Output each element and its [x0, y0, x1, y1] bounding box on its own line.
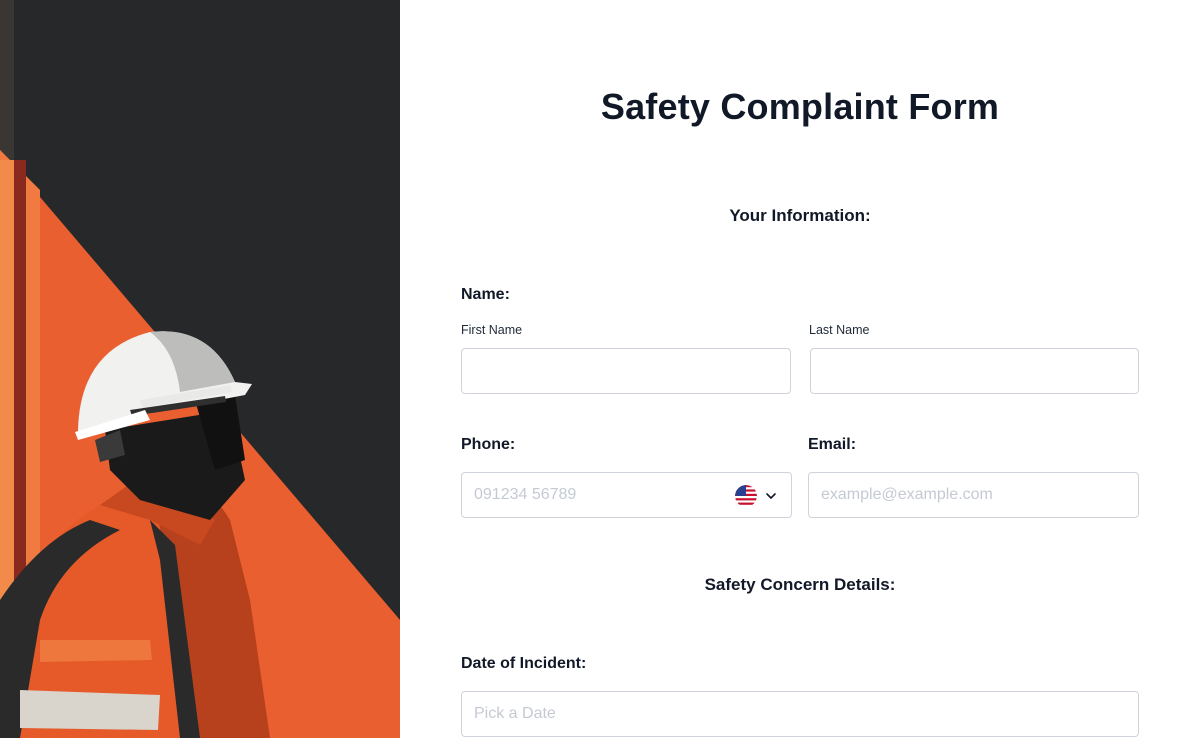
email-input[interactable]	[809, 473, 1138, 517]
last-name-label: Last Name	[809, 323, 870, 337]
email-label: Email:	[808, 436, 857, 453]
phone-label: Phone:	[461, 436, 516, 453]
last-name-input[interactable]	[811, 349, 1138, 393]
email-field	[808, 472, 1139, 518]
construction-worker-illustration	[0, 0, 400, 738]
hero-illustration	[0, 0, 400, 738]
date-of-incident-field	[461, 691, 1139, 737]
first-name-label: First Name	[461, 323, 523, 337]
us-flag-icon	[735, 485, 757, 507]
form-panel: Safety Complaint Form Your Information: …	[400, 0, 1200, 738]
page: Safety Complaint Form Your Information: …	[0, 0, 1200, 738]
phone-input[interactable]	[462, 473, 722, 517]
section-heading-your-information: Your Information:	[729, 206, 871, 225]
chevron-down-icon	[766, 493, 776, 499]
phone-field	[461, 472, 792, 518]
section-heading-safety-concern-details: Safety Concern Details:	[704, 575, 896, 594]
first-name-field	[461, 348, 791, 394]
date-of-incident-label: Date of Incident:	[461, 655, 587, 672]
name-label: Name:	[461, 286, 510, 303]
page-title: Safety Complaint Form	[600, 86, 1000, 127]
last-name-field	[810, 348, 1139, 394]
date-picker-input[interactable]	[462, 692, 1138, 736]
first-name-input[interactable]	[462, 349, 790, 393]
country-code-dropdown[interactable]	[735, 484, 781, 508]
